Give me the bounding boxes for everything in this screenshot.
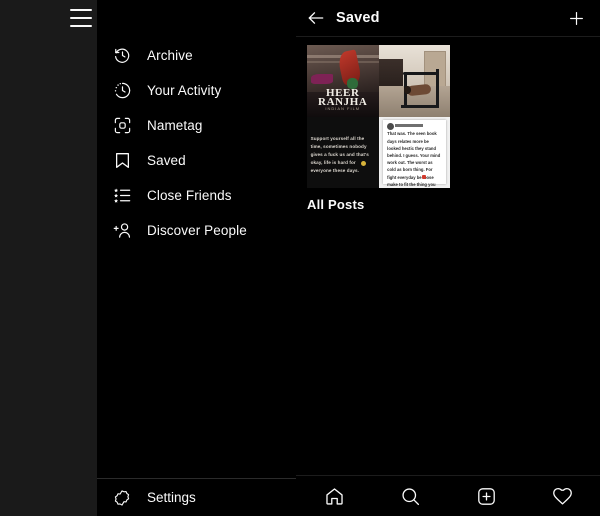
bookmark-icon [111, 150, 133, 172]
post-username-placeholder [395, 124, 424, 128]
side-menu-list: Archive Your Activity Nametag Saved Clos… [97, 36, 296, 248]
page-title: Saved [336, 10, 380, 26]
close-friends-list-icon [111, 185, 133, 207]
sidebar-item-nametag[interactable]: Nametag [97, 108, 296, 143]
back-button[interactable] [296, 0, 336, 36]
thumbnail-support-yourself-quote: Support yourself all the time, sometimes… [307, 116, 379, 188]
menu-top-spacer [97, 0, 296, 36]
sidebar-item-saved[interactable]: Saved [97, 143, 296, 178]
poster-figure-magenta [311, 73, 333, 84]
nav-search-button[interactable] [387, 478, 433, 514]
post-card: That was. The seen book days relates mor… [382, 120, 446, 187]
app-screen: Archive Your Activity Nametag Saved Clos… [0, 0, 600, 516]
sidebar-item-discover-people[interactable]: Discover People [97, 213, 296, 248]
plus-square-icon [476, 486, 497, 507]
hamburger-bar [70, 9, 92, 11]
home-icon [324, 486, 345, 507]
left-edge-panel [0, 0, 97, 516]
sidebar-item-settings[interactable]: Settings [97, 479, 296, 516]
heart-icon [552, 486, 573, 507]
sidebar-item-label: Discover People [147, 223, 247, 238]
settings-label: Settings [147, 490, 196, 505]
content-header: Saved [296, 0, 600, 37]
sidebar-item-close-friends[interactable]: Close Friends [97, 178, 296, 213]
quote-text: Support yourself all the time, sometimes… [310, 136, 369, 174]
add-collection-button[interactable] [558, 0, 594, 36]
sidebar-item-archive[interactable]: Archive [97, 38, 296, 73]
thumbnail-home-workout-photo [378, 45, 450, 117]
thumbnail-heer-ranjha-poster: HEER RANJHA INDIAN FILM [307, 45, 379, 117]
sidebar-item-label: Saved [147, 153, 186, 168]
nav-activity-button[interactable] [539, 478, 585, 514]
collections-grid: HEER RANJHA INDIAN FILM Support yourself… [296, 37, 600, 212]
arrow-left-icon [306, 8, 326, 28]
archive-clock-icon [111, 45, 133, 67]
sidebar-item-label: Nametag [147, 118, 203, 133]
poster-title-line3: INDIAN FILM [325, 106, 361, 112]
nav-create-button[interactable] [463, 478, 509, 514]
gym-bar-horizontal [402, 72, 438, 76]
gym-bar-right [435, 69, 439, 107]
hamburger-bar [70, 25, 92, 27]
gym-person-head [404, 86, 411, 95]
nav-home-button[interactable] [311, 478, 357, 514]
bottom-navigation-bar [296, 475, 600, 516]
post-text: That was. The seen book days relates mor… [387, 131, 441, 187]
nametag-icon [111, 115, 133, 137]
gym-bar-base [401, 104, 439, 108]
avatar [386, 123, 394, 131]
gear-icon [111, 487, 133, 509]
hamburger-icon[interactable] [70, 9, 92, 27]
side-menu-panel: Archive Your Activity Nametag Saved Clos… [97, 0, 296, 516]
plus-icon [567, 9, 586, 28]
thumbnail-text-post-screenshot: That was. The seen book days relates mor… [378, 116, 450, 188]
sidebar-item-label: Your Activity [147, 83, 222, 98]
sidebar-item-label: Close Friends [147, 188, 232, 203]
sidebar-item-your-activity[interactable]: Your Activity [97, 73, 296, 108]
collection-label: All Posts [307, 197, 365, 212]
search-icon [400, 486, 421, 507]
content-panel: Saved HEER RANJHA INDIAN FILM Support yo… [296, 0, 600, 516]
collection-all-posts[interactable]: HEER RANJHA INDIAN FILM Support yourself… [307, 45, 450, 212]
discover-people-icon [111, 220, 133, 242]
collection-thumbnail-grid: HEER RANJHA INDIAN FILM Support yourself… [307, 45, 450, 188]
sidebar-item-label: Archive [147, 48, 193, 63]
hamburger-bar [70, 17, 92, 19]
activity-clock-icon [111, 80, 133, 102]
